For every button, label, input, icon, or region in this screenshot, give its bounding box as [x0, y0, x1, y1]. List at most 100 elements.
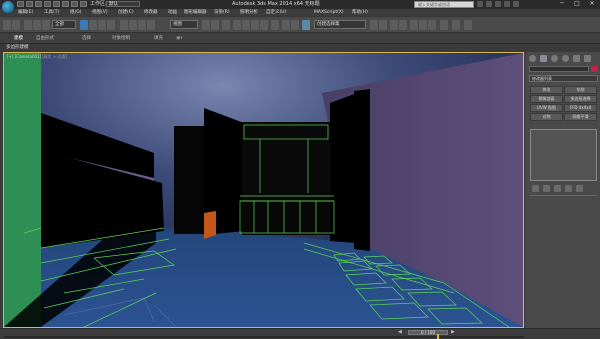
bind-spacewarp-icon[interactable]: [42, 20, 50, 30]
help-icon[interactable]: [513, 1, 519, 7]
search-input[interactable]: 键入关键字或短语: [414, 1, 474, 8]
next-frame-icon[interactable]: ▶: [451, 329, 455, 335]
menu-customize[interactable]: 自定义(U): [266, 9, 286, 16]
keyboard-shortcut-toggle-icon[interactable]: [222, 20, 230, 30]
frame-counter[interactable]: 0 / 100: [408, 330, 448, 335]
menu-views[interactable]: 视图(V): [92, 9, 108, 16]
display-tab-icon[interactable]: [573, 55, 580, 62]
render-setup-icon[interactable]: [410, 20, 418, 30]
viewport-shading-label[interactable]: [真实 + 边面]: [42, 54, 67, 60]
pivot-center-icon[interactable]: [202, 20, 210, 30]
hold-icon[interactable]: [62, 1, 69, 7]
poly-select-button[interactable]: 多边形选择: [564, 95, 597, 103]
options-icon[interactable]: [452, 20, 460, 30]
favorites-icon[interactable]: [504, 1, 510, 7]
show-end-result-icon[interactable]: [543, 185, 550, 192]
tab-object-paint[interactable]: 对象绘制: [112, 33, 130, 44]
rendered-frame-window-icon[interactable]: [419, 20, 427, 30]
motion-tab-icon[interactable]: [562, 55, 569, 62]
tab-selection[interactable]: 选择: [82, 33, 91, 44]
time-slider-handle[interactable]: [437, 334, 439, 339]
minimize-button[interactable]: ─: [555, 0, 569, 8]
reference-coordinate-select[interactable]: 视图: [170, 20, 198, 29]
configure-modifier-sets-icon[interactable]: [576, 185, 583, 192]
polygon-modeling-label[interactable]: 多边形建模: [6, 44, 29, 52]
fetch-icon[interactable]: [71, 1, 78, 7]
pin-stack-icon[interactable]: [532, 185, 539, 192]
modify-tab-icon[interactable]: [540, 55, 547, 62]
create-tab-icon[interactable]: [529, 55, 536, 62]
select-by-name-icon[interactable]: [89, 20, 97, 30]
rotate-icon[interactable]: [129, 20, 137, 30]
selection-filter-select[interactable]: 全部: [52, 20, 76, 29]
ffd-button[interactable]: FFD 4x4x4: [564, 104, 597, 112]
prev-frame-icon[interactable]: ◀: [398, 329, 402, 335]
mirror-icon[interactable]: [282, 20, 290, 30]
symmetry-button[interactable]: 对称: [530, 113, 563, 121]
uvw-map-button[interactable]: UVW 贴图: [530, 104, 563, 112]
align-icon[interactable]: [291, 20, 299, 30]
move-icon[interactable]: [120, 20, 128, 30]
menu-tools[interactable]: 工具(T): [44, 9, 59, 16]
app-logo-icon[interactable]: [2, 1, 14, 13]
graphite-tools-icon[interactable]: [370, 20, 378, 30]
link-icon[interactable]: [24, 20, 32, 30]
curve-editor-icon[interactable]: [379, 20, 387, 30]
camera-viewport[interactable]: [+] [Camera001] [真实 + 边面]: [3, 52, 524, 328]
redo-toolbar-icon[interactable]: [12, 20, 20, 30]
window-crossing-icon[interactable]: [107, 20, 115, 30]
timeline-track[interactable]: [4, 336, 524, 338]
close-button[interactable]: ✕: [585, 0, 599, 8]
menu-help[interactable]: 帮助(H): [352, 9, 368, 16]
unlink-icon[interactable]: [33, 20, 41, 30]
edit-named-selection-icon[interactable]: [271, 20, 279, 30]
utilities-tab-icon[interactable]: [584, 55, 591, 62]
snaps-toggle-icon[interactable]: [233, 20, 241, 30]
save-file-icon[interactable]: [35, 1, 42, 7]
select-object-icon[interactable]: [80, 20, 88, 30]
remove-modifier-icon[interactable]: [565, 185, 572, 192]
render-production-icon[interactable]: [428, 20, 436, 30]
object-name-field[interactable]: [529, 66, 589, 72]
project-folder-icon[interactable]: [80, 1, 87, 7]
menu-animation[interactable]: 动画: [168, 9, 177, 16]
redo-icon[interactable]: [53, 1, 60, 7]
menu-lighting-analysis[interactable]: 照明分析: [240, 9, 258, 16]
select-manipulate-icon[interactable]: [211, 20, 219, 30]
meshsmooth-button[interactable]: 网格平滑: [564, 113, 597, 121]
viewport-label[interactable]: [+] [Camera001]: [7, 54, 41, 59]
spinner-snap-icon[interactable]: [260, 20, 268, 30]
extrude-button[interactable]: 挤出: [530, 86, 563, 94]
menu-modifiers[interactable]: 修改器: [144, 9, 158, 16]
workspace-select[interactable]: 默认: [106, 1, 140, 7]
open-file-icon[interactable]: [26, 1, 33, 7]
teapot-render-icon[interactable]: [440, 20, 448, 30]
search-icon[interactable]: [477, 1, 483, 7]
undo-toolbar-icon[interactable]: [3, 20, 11, 30]
menu-graph-editors[interactable]: 图形编辑器: [184, 9, 207, 16]
rectangular-selection-icon[interactable]: [98, 20, 106, 30]
menu-create[interactable]: 创建(C): [118, 9, 134, 16]
object-color-swatch[interactable]: [591, 66, 598, 72]
hierarchy-tab-icon[interactable]: [551, 55, 558, 62]
flyout-icon[interactable]: [464, 20, 472, 30]
named-selection-select[interactable]: 创建选择集: [314, 20, 366, 29]
menu-edit[interactable]: 编辑(E): [18, 9, 33, 16]
lathe-button[interactable]: 车削: [564, 86, 597, 94]
material-editor-icon[interactable]: [399, 20, 407, 30]
ribbon-collapse-icon[interactable]: ▣▾: [176, 33, 183, 44]
tab-freeform[interactable]: 自由形式: [36, 33, 54, 44]
modifier-stack[interactable]: [530, 129, 597, 181]
modifier-list-select[interactable]: 修改器列表: [529, 75, 598, 82]
tab-populate[interactable]: 填充: [154, 33, 163, 44]
maximize-button[interactable]: □: [570, 0, 584, 8]
make-unique-icon[interactable]: [554, 185, 561, 192]
layer-manager-icon[interactable]: [302, 20, 310, 30]
schematic-view-icon[interactable]: [390, 20, 398, 30]
scale-icon[interactable]: [138, 20, 146, 30]
undo-icon[interactable]: [44, 1, 51, 7]
menu-group[interactable]: 组(G): [70, 9, 82, 16]
percent-snap-icon[interactable]: [251, 20, 259, 30]
new-file-icon[interactable]: [17, 1, 24, 7]
place-icon[interactable]: [147, 20, 155, 30]
